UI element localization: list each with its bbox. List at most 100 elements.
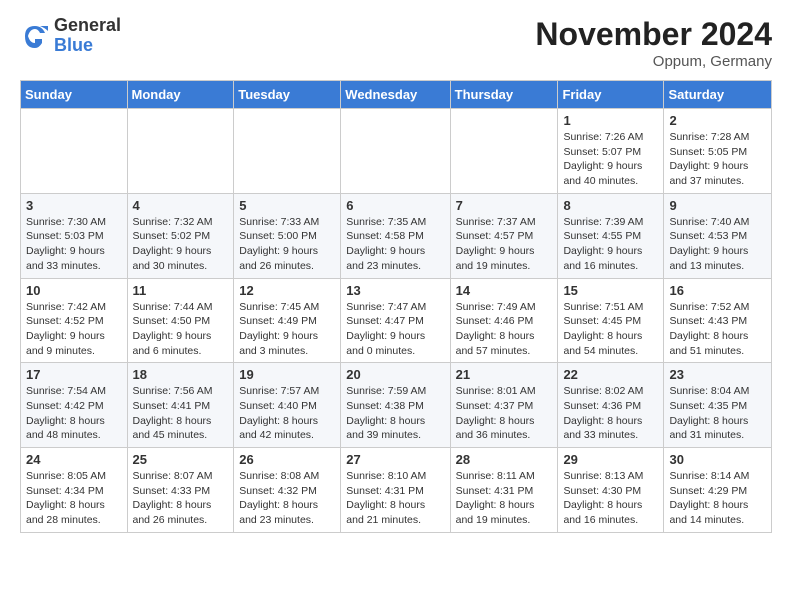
day-info: Sunrise: 7:49 AM Sunset: 4:46 PM Dayligh… bbox=[456, 300, 553, 359]
day-number: 11 bbox=[133, 283, 229, 298]
day-number: 17 bbox=[26, 367, 122, 382]
calendar-cell: 9 Sunrise: 7:40 AM Sunset: 4:53 PM Daylig… bbox=[664, 193, 772, 278]
logo-general-text: General bbox=[54, 16, 121, 36]
day-number: 1 bbox=[563, 113, 658, 128]
day-number: 4 bbox=[133, 198, 229, 213]
calendar-cell: 8Sunrise: 7:39 AM Sunset: 4:55 PM Daylig… bbox=[558, 193, 664, 278]
calendar-cell: 22Sunrise: 8:02 AM Sunset: 4:36 PM Dayli… bbox=[558, 363, 664, 448]
day-info: Sunrise: 8:02 AM Sunset: 4:36 PM Dayligh… bbox=[563, 384, 658, 443]
calendar-cell: 3 Sunrise: 7:30 AM Sunset: 5:03 PM Daylig… bbox=[21, 193, 128, 278]
header-monday: Monday bbox=[127, 81, 234, 109]
calendar-cell: 19 Sunrise: 7:57 AM Sunset: 4:40 PM Dayli… bbox=[234, 363, 341, 448]
day-number: 20 bbox=[346, 367, 444, 382]
day-number: 3 bbox=[26, 198, 122, 213]
calendar-cell: 29Sunrise: 8:13 AM Sunset: 4:30 PM Dayli… bbox=[558, 448, 664, 533]
calendar-cell: 1 Sunrise: 7:26 AM Sunset: 5:07 PM Daylig… bbox=[558, 109, 664, 194]
day-number: 12 bbox=[239, 283, 335, 298]
month-title: November 2024 bbox=[535, 16, 772, 53]
calendar-cell bbox=[341, 109, 450, 194]
calendar-cell: 25 Sunrise: 8:07 AM Sunset: 4:33 PM Dayli… bbox=[127, 448, 234, 533]
day-number: 21 bbox=[456, 367, 553, 382]
day-info: Sunrise: 7:44 AM Sunset: 4:50 PM Dayligh… bbox=[133, 300, 229, 359]
calendar-cell: 23 Sunrise: 8:04 AM Sunset: 4:35 PM Dayli… bbox=[664, 363, 772, 448]
day-number: 10 bbox=[26, 283, 122, 298]
day-number: 23 bbox=[669, 367, 766, 382]
page: General Blue November 2024 Oppum, German… bbox=[0, 0, 792, 549]
day-info: Sunrise: 7:45 AM Sunset: 4:49 PM Dayligh… bbox=[239, 300, 335, 359]
day-number: 25 bbox=[133, 452, 229, 467]
day-number: 9 bbox=[669, 198, 766, 213]
calendar-cell: 2 Sunrise: 7:28 AM Sunset: 5:05 PM Daylig… bbox=[664, 109, 772, 194]
day-info: Sunrise: 8:04 AM Sunset: 4:35 PM Dayligh… bbox=[669, 384, 766, 443]
day-number: 5 bbox=[239, 198, 335, 213]
logo: General Blue bbox=[20, 16, 121, 56]
calendar-cell: 6 Sunrise: 7:35 AM Sunset: 4:58 PM Daylig… bbox=[341, 193, 450, 278]
calendar-cell: 11 Sunrise: 7:44 AM Sunset: 4:50 PM Dayli… bbox=[127, 278, 234, 363]
header-wednesday: Wednesday bbox=[341, 81, 450, 109]
logo-icon bbox=[20, 21, 50, 51]
calendar-cell: 26 Sunrise: 8:08 AM Sunset: 4:32 PM Dayli… bbox=[234, 448, 341, 533]
day-info: Sunrise: 7:35 AM Sunset: 4:58 PM Dayligh… bbox=[346, 215, 444, 274]
title-area: November 2024 Oppum, Germany bbox=[535, 16, 772, 70]
day-info: Sunrise: 7:26 AM Sunset: 5:07 PM Dayligh… bbox=[563, 130, 658, 189]
day-info: Sunrise: 7:39 AM Sunset: 4:55 PM Dayligh… bbox=[563, 215, 658, 274]
calendar-table: SundayMondayTuesdayWednesdayThursdayFrid… bbox=[20, 80, 772, 533]
logo-blue-text: Blue bbox=[54, 36, 121, 56]
header-tuesday: Tuesday bbox=[234, 81, 341, 109]
calendar-week-5: 24Sunrise: 8:05 AM Sunset: 4:34 PM Dayli… bbox=[21, 448, 772, 533]
day-number: 28 bbox=[456, 452, 553, 467]
day-number: 26 bbox=[239, 452, 335, 467]
day-info: Sunrise: 7:28 AM Sunset: 5:05 PM Dayligh… bbox=[669, 130, 766, 189]
day-number: 7 bbox=[456, 198, 553, 213]
logo-text: General Blue bbox=[54, 16, 121, 56]
day-number: 14 bbox=[456, 283, 553, 298]
day-info: Sunrise: 7:56 AM Sunset: 4:41 PM Dayligh… bbox=[133, 384, 229, 443]
day-number: 2 bbox=[669, 113, 766, 128]
calendar-cell: 20 Sunrise: 7:59 AM Sunset: 4:38 PM Dayli… bbox=[341, 363, 450, 448]
day-info: Sunrise: 8:07 AM Sunset: 4:33 PM Dayligh… bbox=[133, 469, 229, 528]
calendar-cell: 16Sunrise: 7:52 AM Sunset: 4:43 PM Dayli… bbox=[664, 278, 772, 363]
calendar-week-1: 1 Sunrise: 7:26 AM Sunset: 5:07 PM Daylig… bbox=[21, 109, 772, 194]
day-info: Sunrise: 7:57 AM Sunset: 4:40 PM Dayligh… bbox=[239, 384, 335, 443]
calendar-cell: 7Sunrise: 7:37 AM Sunset: 4:57 PM Daylig… bbox=[450, 193, 558, 278]
calendar-week-2: 3 Sunrise: 7:30 AM Sunset: 5:03 PM Daylig… bbox=[21, 193, 772, 278]
day-number: 29 bbox=[563, 452, 658, 467]
calendar-cell bbox=[21, 109, 128, 194]
day-number: 6 bbox=[346, 198, 444, 213]
day-info: Sunrise: 7:52 AM Sunset: 4:43 PM Dayligh… bbox=[669, 300, 766, 359]
calendar-cell: 12 Sunrise: 7:45 AM Sunset: 4:49 PM Dayli… bbox=[234, 278, 341, 363]
calendar-cell: 13 Sunrise: 7:47 AM Sunset: 4:47 PM Dayli… bbox=[341, 278, 450, 363]
day-info: Sunrise: 7:42 AM Sunset: 4:52 PM Dayligh… bbox=[26, 300, 122, 359]
location: Oppum, Germany bbox=[535, 53, 772, 70]
day-info: Sunrise: 8:01 AM Sunset: 4:37 PM Dayligh… bbox=[456, 384, 553, 443]
day-info: Sunrise: 8:14 AM Sunset: 4:29 PM Dayligh… bbox=[669, 469, 766, 528]
day-info: Sunrise: 7:30 AM Sunset: 5:03 PM Dayligh… bbox=[26, 215, 122, 274]
calendar-cell: 18Sunrise: 7:56 AM Sunset: 4:41 PM Dayli… bbox=[127, 363, 234, 448]
header: General Blue November 2024 Oppum, German… bbox=[20, 16, 772, 70]
header-thursday: Thursday bbox=[450, 81, 558, 109]
day-info: Sunrise: 8:10 AM Sunset: 4:31 PM Dayligh… bbox=[346, 469, 444, 528]
calendar-cell: 21 Sunrise: 8:01 AM Sunset: 4:37 PM Dayli… bbox=[450, 363, 558, 448]
calendar-cell: 10 Sunrise: 7:42 AM Sunset: 4:52 PM Dayli… bbox=[21, 278, 128, 363]
header-sunday: Sunday bbox=[21, 81, 128, 109]
calendar-cell: 14 Sunrise: 7:49 AM Sunset: 4:46 PM Dayli… bbox=[450, 278, 558, 363]
day-number: 15 bbox=[563, 283, 658, 298]
day-info: Sunrise: 7:40 AM Sunset: 4:53 PM Dayligh… bbox=[669, 215, 766, 274]
calendar-cell: 30 Sunrise: 8:14 AM Sunset: 4:29 PM Dayli… bbox=[664, 448, 772, 533]
day-number: 19 bbox=[239, 367, 335, 382]
calendar-cell: 27 Sunrise: 8:10 AM Sunset: 4:31 PM Dayli… bbox=[341, 448, 450, 533]
calendar-cell: 4Sunrise: 7:32 AM Sunset: 5:02 PM Daylig… bbox=[127, 193, 234, 278]
calendar-cell: 28Sunrise: 8:11 AM Sunset: 4:31 PM Dayli… bbox=[450, 448, 558, 533]
day-info: Sunrise: 7:59 AM Sunset: 4:38 PM Dayligh… bbox=[346, 384, 444, 443]
calendar-header-row: SundayMondayTuesdayWednesdayThursdayFrid… bbox=[21, 81, 772, 109]
day-number: 24 bbox=[26, 452, 122, 467]
calendar-cell: 24Sunrise: 8:05 AM Sunset: 4:34 PM Dayli… bbox=[21, 448, 128, 533]
calendar-week-3: 10 Sunrise: 7:42 AM Sunset: 4:52 PM Dayli… bbox=[21, 278, 772, 363]
calendar-week-4: 17Sunrise: 7:54 AM Sunset: 4:42 PM Dayli… bbox=[21, 363, 772, 448]
day-number: 27 bbox=[346, 452, 444, 467]
day-info: Sunrise: 8:08 AM Sunset: 4:32 PM Dayligh… bbox=[239, 469, 335, 528]
day-number: 13 bbox=[346, 283, 444, 298]
day-info: Sunrise: 7:47 AM Sunset: 4:47 PM Dayligh… bbox=[346, 300, 444, 359]
calendar-cell: 5Sunrise: 7:33 AM Sunset: 5:00 PM Daylig… bbox=[234, 193, 341, 278]
day-number: 30 bbox=[669, 452, 766, 467]
